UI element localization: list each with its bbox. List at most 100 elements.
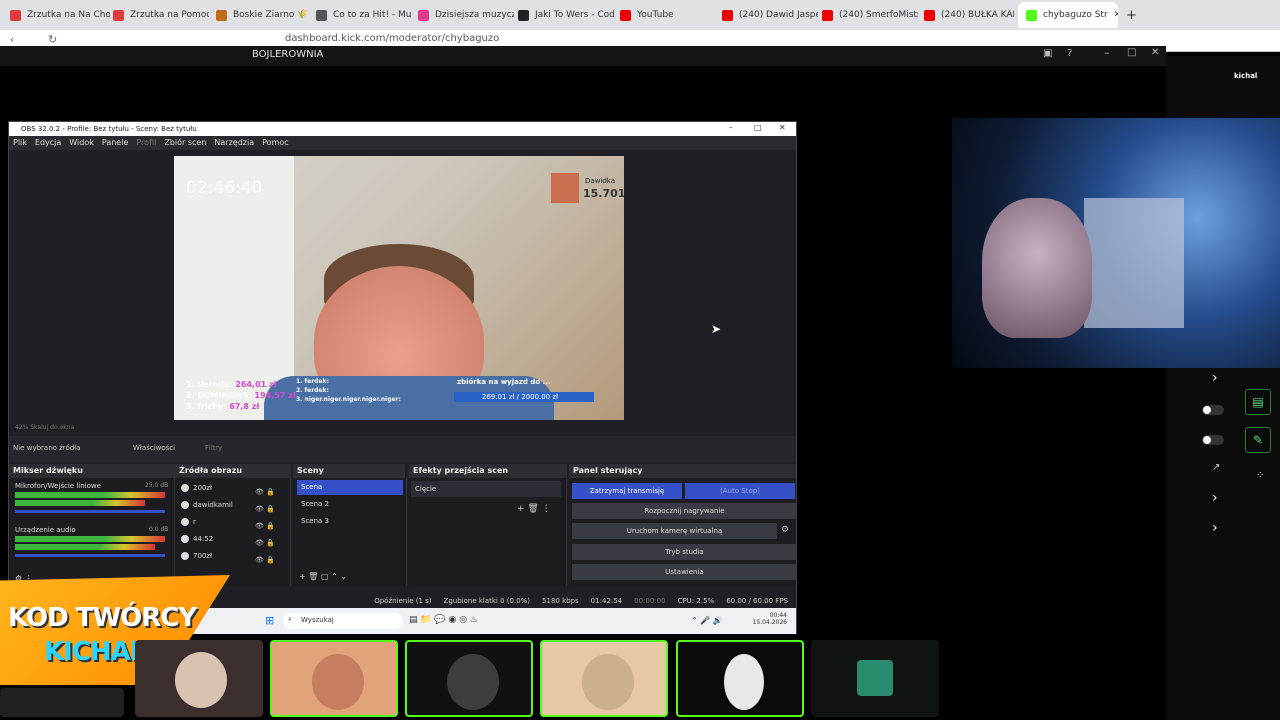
taskbar-search[interactable]: ⌕ Wyszukaj	[283, 613, 403, 629]
tab-1[interactable]: Zrzutka na Na Cho	[10, 4, 110, 26]
source-item[interactable]: dawidkamil	[181, 501, 233, 509]
menu-plik[interactable]: Plik	[13, 138, 27, 148]
auto-stop-button[interactable]: (Auto Stop)	[685, 483, 795, 499]
studio-mode-button[interactable]: Tryb studia	[572, 544, 797, 560]
close-icon[interactable]: ✕	[1151, 47, 1159, 58]
filters-button[interactable]: Filtry	[205, 444, 222, 452]
emote-thumbnail[interactable]	[135, 640, 263, 717]
live-time: 01:42:54	[590, 597, 623, 605]
mixer-dock: Mikrofon/Wejście liniowe 25.0 dB Urządze…	[9, 478, 175, 586]
maximize-icon[interactable]: □	[1127, 47, 1136, 58]
minimize-icon[interactable]: –	[729, 123, 733, 132]
taskbar-apps-icons[interactable]: ▤ 📁 💬 ◉ ◎ ♨	[409, 615, 478, 625]
tab-favicon-icon	[418, 9, 429, 21]
preview-zoom[interactable]: 42% Skaluj do okna	[9, 424, 796, 434]
windows-start-icon[interactable]: ⊞	[265, 614, 274, 627]
help-icon[interactable]: ?	[1067, 48, 1072, 59]
tab-label: Jaki To Wers - Codz	[535, 10, 614, 20]
tab-4[interactable]: Co to za Hit! - Mu	[316, 4, 412, 26]
goal-text: zbiórka na wyjazd do ...	[457, 378, 551, 386]
tab-9[interactable]: (240) SmerfoMistrz	[822, 4, 918, 26]
mixer-channel-name: Urządzenie audio	[15, 526, 76, 534]
obs-window: OBS 32.0.2 - Profile: Bez tytułu - Sceny…	[8, 121, 797, 634]
bitrate: 5180 kbps	[542, 597, 579, 605]
menu-pomoc[interactable]: Pomoc	[262, 138, 289, 148]
scene-item[interactable]: Scena 3	[297, 514, 403, 529]
toggle[interactable]	[1202, 435, 1224, 445]
source-item[interactable]: r	[181, 518, 196, 526]
card-icon[interactable]: ▤	[1245, 389, 1271, 415]
chart-icon[interactable]: ↗	[1212, 462, 1220, 473]
reload-icon[interactable]: ↻	[48, 33, 57, 46]
mouse-cursor: ➤	[711, 322, 722, 336]
chevron-right-icon[interactable]: ›	[1212, 370, 1218, 386]
emote-thumbnail[interactable]	[676, 640, 804, 717]
gear-icon[interactable]: ⚙	[781, 525, 789, 535]
close-icon[interactable]: ✕	[1114, 10, 1118, 20]
menu-narzedzia[interactable]: Narzędzia	[214, 138, 254, 148]
close-icon[interactable]: ✕	[779, 123, 786, 132]
source-item[interactable]: 200zł	[181, 484, 212, 492]
tray-icons[interactable]: ⌃ 🎤 🔊	[691, 616, 723, 625]
youtube-icon	[722, 9, 733, 21]
tab-label: Co to za Hit! - Mu	[333, 10, 412, 20]
volume-slider[interactable]	[15, 554, 165, 557]
transition-icons[interactable]: + 🗑 ⋮	[517, 504, 551, 514]
obs-preview[interactable]: 02:46:40 Dawidka 15.701 1. Vernde: 264,0…	[174, 156, 624, 420]
emote-thumbnail[interactable]	[811, 640, 939, 717]
properties-button[interactable]: Właściwości	[133, 444, 175, 452]
new-tab-button[interactable]: +	[1126, 4, 1137, 26]
stop-stream-button[interactable]: Zatrzymaj transmisję	[572, 483, 682, 499]
maximize-icon[interactable]: □	[754, 123, 762, 132]
toggle[interactable]	[1202, 405, 1224, 415]
scenes-header: Sceny	[293, 464, 405, 478]
chevron-right-icon[interactable]: ›	[1212, 490, 1218, 506]
tab-3[interactable]: Boskie Ziarno 🌾	[216, 4, 312, 26]
virtual-camera-button[interactable]: Uruchom kamerę wirtualną	[572, 523, 777, 539]
tab-active[interactable]: chybaguzo Str ✕	[1018, 2, 1118, 28]
minimize-icon[interactable]: –	[1104, 46, 1110, 59]
streamer-figure	[982, 198, 1092, 338]
menu-zbior-scen[interactable]: Zbiór scen	[164, 138, 206, 148]
source-item[interactable]: 44:52	[181, 535, 213, 543]
app-title-bar	[0, 46, 1166, 66]
tab-8[interactable]: (240) Dawid Jasper	[722, 4, 818, 26]
back-icon[interactable]: ‹	[10, 33, 14, 46]
visibility-icons[interactable]: 👁 🔒 👁 🔒 👁 🔒 👁 🔒 👁 🔒	[255, 484, 275, 569]
volume-slider[interactable]	[15, 510, 165, 513]
tab-favicon-icon	[518, 9, 529, 21]
sources-header: Źródła obrazu	[175, 464, 291, 478]
transitions-dock: Cięcie + 🗑 ⋮	[409, 478, 567, 586]
tab-5[interactable]: Dzisiejsza muzyczn	[418, 4, 514, 26]
menu-profil[interactable]: Profil	[136, 138, 156, 148]
thumbnail-screen[interactable]	[0, 688, 124, 717]
chevron-right-icon[interactable]: ›	[1212, 520, 1218, 536]
start-recording-button[interactable]: Rozpocznij nagrywanie	[572, 503, 797, 519]
tab-6[interactable]: Jaki To Wers - Codz	[518, 4, 614, 26]
mixer-db: 0.0 dB	[149, 526, 169, 533]
tab-2[interactable]: Zrzutka na Pomoc	[113, 4, 209, 26]
source-item[interactable]: 700zł	[181, 552, 212, 560]
scene-toolbar-icons[interactable]: + 🗑 ▢ ⌃ ⌄	[299, 572, 347, 581]
fps: 60.00 / 60.00 FPS	[726, 597, 788, 605]
emote-thumbnail[interactable]	[270, 640, 398, 717]
tab-label: (240) SmerfoMistrz	[839, 10, 918, 20]
screenshot-icon[interactable]: ▣	[1043, 48, 1052, 59]
menu-widok[interactable]: Widok	[69, 138, 94, 148]
scene-item-selected[interactable]: Scena	[297, 480, 403, 495]
wrench-icon[interactable]: ✎	[1245, 427, 1271, 453]
emote-thumbnail[interactable]	[540, 640, 668, 717]
tab-label: (240) Dawid Jasper	[739, 10, 818, 20]
menu-panele[interactable]: Panele	[102, 138, 129, 148]
tab-10[interactable]: (240) BUŁKA KARU	[924, 4, 1014, 26]
cpu-usage: CPU: 2.5%	[677, 597, 715, 605]
dots-icon[interactable]: ⁘	[1256, 470, 1264, 481]
transition-select[interactable]: Cięcie	[411, 481, 561, 497]
tab-7[interactable]: YouTube	[620, 4, 716, 26]
creator-code-line1: KOD TWÓRCY	[8, 603, 197, 633]
menu-edycja[interactable]: Edycja	[35, 138, 61, 148]
settings-button[interactable]: Ustawienia	[572, 564, 797, 580]
url-text[interactable]: dashboard.kick.com/moderator/chybaguzo	[285, 33, 499, 47]
emote-thumbnail[interactable]	[405, 640, 533, 717]
scene-item[interactable]: Scena 2	[297, 497, 403, 512]
